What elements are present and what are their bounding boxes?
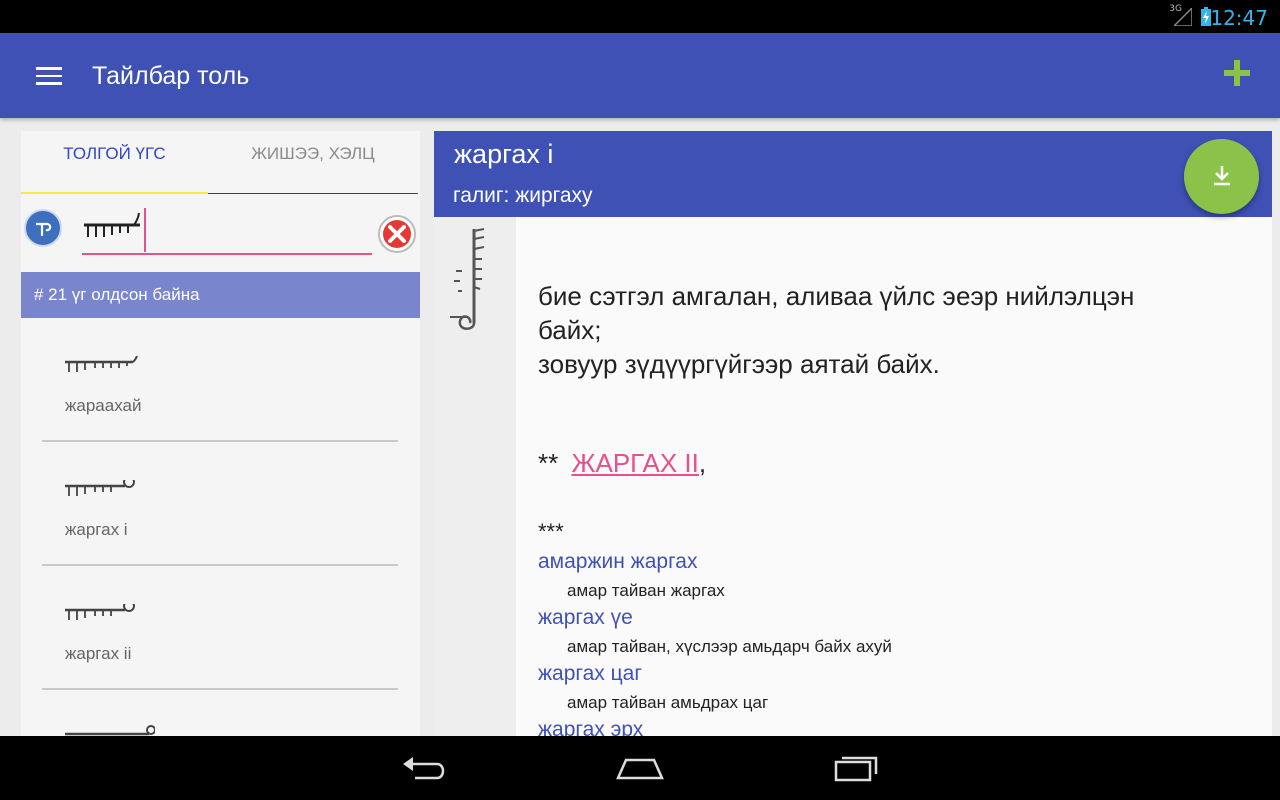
list-item[interactable]: жаргах i <box>21 442 420 566</box>
mongolian-script-column <box>434 217 516 736</box>
headword-panel: ТОЛГОЙ ҮГС ЖИШЭЭ, ХЭЛЦ # 21 үг олдсон ба… <box>21 131 420 736</box>
entry-definition: бие сэтгэл амгалан, аливаа үйлс эеэр ний… <box>538 281 1135 379</box>
phrase-link[interactable]: жаргах үе <box>538 606 633 630</box>
signal-icon <box>1174 8 1192 26</box>
phrase-gloss: амар тайван, хүслээр амьдарч байх ахуй <box>567 637 892 656</box>
tab-examples[interactable]: ЖИШЭЭ, ХЭЛЦ <box>208 131 418 195</box>
search-input[interactable] <box>82 205 372 255</box>
mongolian-script-text <box>84 213 140 237</box>
cross-reference-link[interactable]: ЖАРГАХ II <box>571 448 698 478</box>
hamburger-menu-icon[interactable] <box>36 67 62 85</box>
phrase-link[interactable]: амаржин жаргах <box>538 550 697 574</box>
app-title: Тайлбар толь <box>92 62 250 90</box>
mongolian-script-word <box>65 604 135 620</box>
entry-transliteration: галиг: жиргаху <box>453 184 593 207</box>
text-cursor <box>144 208 146 252</box>
add-plus-icon[interactable] <box>1224 58 1250 88</box>
system-nav-bar <box>0 736 1280 800</box>
vertical-mongolian-word <box>450 228 485 330</box>
list-item-label: жаргах ii <box>65 644 132 663</box>
phrase-link[interactable]: жаргах эрх <box>538 718 643 736</box>
search-row <box>21 195 420 272</box>
phrase-gloss: амар тайван жаргах <box>567 581 725 600</box>
mongolian-script-word <box>65 725 155 736</box>
download-button[interactable] <box>1184 139 1259 214</box>
entry-panel: жаргах i галиг: жиргаху бие сэтгэл амгал… <box>434 131 1272 736</box>
home-icon[interactable] <box>616 754 664 782</box>
tab-headwords[interactable]: ТОЛГОЙ ҮГС <box>21 131 208 195</box>
recent-apps-icon[interactable] <box>834 754 880 782</box>
active-tab-indicator <box>21 192 208 194</box>
result-count: # 21 үг олдсон байна <box>21 272 420 318</box>
tab-divider <box>208 193 418 194</box>
entry-header: жаргах i галиг: жиргаху <box>434 131 1272 217</box>
list-item[interactable]: жаргах ii <box>21 566 420 690</box>
cross-reference: ** ЖАРГАХ II, <box>538 448 707 478</box>
list-item[interactable] <box>21 690 420 736</box>
download-icon <box>1214 166 1230 186</box>
clock: 12:47 <box>1210 6 1268 30</box>
app-bar: Тайлбар толь <box>0 33 1280 118</box>
tab-bar: ТОЛГОЙ ҮГС ЖИШЭЭ, ХЭЛЦ <box>21 131 420 195</box>
mongolian-keyboard-icon[interactable] <box>24 209 62 247</box>
list-item[interactable]: жараахай <box>21 318 420 442</box>
list-item-label: жаргах i <box>65 520 128 539</box>
phrases-marker: *** <box>538 519 564 544</box>
phrase-gloss: амар тайван амьдрах цаг <box>567 693 769 712</box>
entry-headword: жаргах i <box>454 139 554 169</box>
mongolian-script-word <box>65 356 138 372</box>
status-bar: 3G 12:47 <box>0 0 1280 33</box>
mongolian-script-word <box>65 480 135 496</box>
clear-x-icon[interactable] <box>377 214 417 254</box>
back-icon[interactable] <box>401 754 447 784</box>
headword-list: жараахай жаргах i жаргах ii <box>21 318 420 736</box>
phrase-link[interactable]: жаргах цаг <box>538 662 642 686</box>
list-item-label: жараахай <box>65 396 142 415</box>
